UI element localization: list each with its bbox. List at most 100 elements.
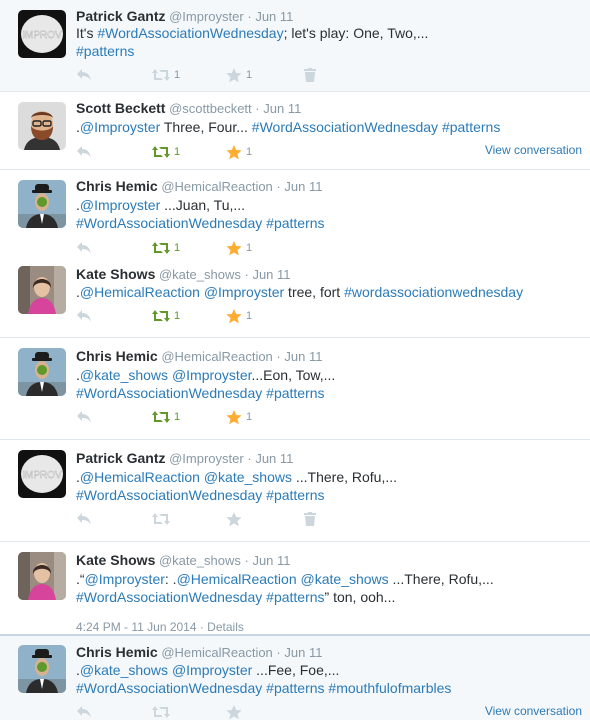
avatar[interactable]: IMPROV [18, 450, 66, 498]
author-handle[interactable]: @Improyster [169, 9, 244, 24]
author-handle[interactable]: @HemicalReaction [161, 645, 272, 660]
reply-button[interactable] [76, 144, 92, 160]
author-handle[interactable]: @Improyster [169, 451, 244, 466]
retweet-button[interactable] [152, 511, 170, 527]
separator: · [244, 553, 249, 568]
retweet-button[interactable]: 1 [152, 67, 180, 83]
mention-link[interactable]: @Improyster [85, 571, 165, 587]
tweet-time[interactable]: Jun 11 [284, 645, 322, 660]
tweet[interactable]: Kate Shows @kate_shows · Jun 11 .@Hemica… [0, 258, 590, 338]
avatar[interactable] [18, 266, 66, 314]
author-handle[interactable]: @kate_shows [159, 553, 241, 568]
hashtag-link[interactable]: #WordAssociationWednesday [97, 25, 283, 41]
reply-button[interactable] [76, 308, 92, 324]
author-name[interactable]: Patrick Gantz [76, 8, 165, 24]
reply-button[interactable] [76, 240, 92, 256]
mention-link[interactable]: @Improyster [80, 119, 160, 135]
mention-link[interactable]: @Improyster [172, 662, 252, 678]
hashtag-link[interactable]: #patterns [266, 487, 324, 503]
retweet-button[interactable]: 1 [152, 308, 180, 324]
hashtag-link[interactable]: #patterns [266, 385, 324, 401]
reply-button[interactable] [76, 704, 92, 720]
tweet-time[interactable]: Jun 11 [263, 101, 301, 116]
retweet-icon [152, 146, 170, 158]
author-handle[interactable]: @HemicalReaction [161, 349, 272, 364]
hashtag-link[interactable]: #patterns [266, 680, 324, 696]
view-conversation-link[interactable]: View conversation [485, 143, 582, 157]
mention-link[interactable]: @kate_shows [80, 367, 168, 383]
star-icon [226, 67, 242, 82]
author-handle[interactable]: @HemicalReaction [161, 179, 272, 194]
reply-button[interactable] [76, 67, 92, 83]
author-handle[interactable]: @kate_shows [159, 267, 241, 282]
favorite-button[interactable]: 1 [226, 308, 252, 324]
text: ; let's play: One, Two,... [283, 25, 429, 41]
retweet-button[interactable]: 1 [152, 240, 180, 256]
mention-link[interactable]: @Improyster [80, 197, 160, 213]
hashtag-link[interactable]: #WordAssociationWednesday [252, 119, 438, 135]
favorite-button[interactable] [226, 511, 242, 527]
mention-link[interactable]: @kate_shows [301, 571, 389, 587]
tweet-time[interactable]: Jun 11 [252, 267, 290, 282]
retweet-button[interactable]: 1 [152, 144, 180, 160]
favorite-button[interactable] [226, 704, 242, 720]
mention-link[interactable]: @Improyster [172, 367, 252, 383]
tweet[interactable]: IMPROV Patrick Gantz @Improyster · Jun 1… [0, 0, 590, 92]
tweet[interactable]: Scott Beckett @scottbeckett · Jun 11 .@I… [0, 92, 590, 170]
hashtag-link[interactable]: #WordAssociationWednesday [76, 385, 262, 401]
avatar[interactable] [18, 180, 66, 228]
favorite-button[interactable]: 1 [226, 144, 252, 160]
retweet-button[interactable]: 1 [152, 409, 180, 425]
tweet-time[interactable]: Jun 11 [284, 349, 322, 364]
tweet-time[interactable]: Jun 11 [284, 179, 322, 194]
hashtag-link[interactable]: #WordAssociationWednesday [76, 680, 262, 696]
hashtag-link[interactable]: #patterns [76, 43, 134, 59]
hashtag-link[interactable]: #WordAssociationWednesday [76, 589, 262, 605]
mention-link[interactable]: @HemicalReaction [177, 571, 297, 587]
hashtag-link[interactable]: #mouthfulofmarbles [328, 680, 451, 696]
author-name[interactable]: Chris Hemic [76, 348, 158, 364]
tweet[interactable]: Chris Hemic @HemicalReaction · Jun 11 .@… [0, 170, 590, 258]
tweet[interactable]: Chris Hemic @HemicalReaction · Jun 11 .@… [0, 634, 590, 720]
favorite-button[interactable]: 1 [226, 409, 252, 425]
hashtag-link[interactable]: #wordassociationwednesday [344, 284, 523, 300]
favorite-button[interactable]: 1 [226, 240, 252, 256]
mention-link[interactable]: @HemicalReaction [80, 284, 200, 300]
tweet[interactable]: Chris Hemic @HemicalReaction · Jun 11 .@… [0, 338, 590, 440]
avatar[interactable] [18, 102, 66, 150]
tweet-time[interactable]: Jun 11 [252, 553, 290, 568]
author-name[interactable]: Chris Hemic [76, 178, 158, 194]
hashtag-link[interactable]: #patterns [266, 589, 324, 605]
author-name[interactable]: Scott Beckett [76, 100, 165, 116]
delete-button[interactable] [304, 67, 316, 83]
mention-link[interactable]: @Improyster [204, 284, 284, 300]
retweet-button[interactable] [152, 704, 170, 720]
mention-link[interactable]: @HemicalReaction [80, 469, 200, 485]
reply-button[interactable] [76, 409, 92, 425]
tweet-time[interactable]: Jun 11 [255, 9, 293, 24]
hashtag-link[interactable]: #patterns [442, 119, 500, 135]
tweet[interactable]: IMPROV Patrick Gantz @Improyster · Jun 1… [0, 440, 590, 542]
tweet[interactable]: Kate Shows @kate_shows · Jun 11 .“@Impro… [0, 542, 590, 634]
author-handle[interactable]: @scottbeckett [169, 101, 252, 116]
tweet-timestamp-details[interactable]: 4:24 PM - 11 Jun 2014 · Details [76, 620, 244, 634]
hashtag-link[interactable]: #WordAssociationWednesday [76, 487, 262, 503]
tweet-text: .@HemicalReaction @Improyster tree, fort… [76, 283, 576, 301]
mention-link[interactable]: @kate_shows [80, 662, 168, 678]
hashtag-link[interactable]: #WordAssociationWednesday [76, 215, 262, 231]
avatar[interactable] [18, 552, 66, 600]
view-conversation-link[interactable]: View conversation [485, 704, 582, 718]
avatar[interactable]: IMPROV [18, 10, 66, 58]
mention-link[interactable]: @kate_shows [204, 469, 292, 485]
reply-button[interactable] [76, 511, 92, 527]
author-name[interactable]: Patrick Gantz [76, 450, 165, 466]
tweet-time[interactable]: Jun 11 [255, 451, 293, 466]
author-name[interactable]: Kate Shows [76, 266, 155, 282]
favorite-button[interactable]: 1 [226, 67, 252, 83]
author-name[interactable]: Kate Shows [76, 552, 155, 568]
hashtag-link[interactable]: #patterns [266, 215, 324, 231]
author-name[interactable]: Chris Hemic [76, 644, 158, 660]
avatar[interactable] [18, 348, 66, 396]
avatar[interactable] [18, 645, 66, 693]
delete-button[interactable] [304, 511, 316, 527]
